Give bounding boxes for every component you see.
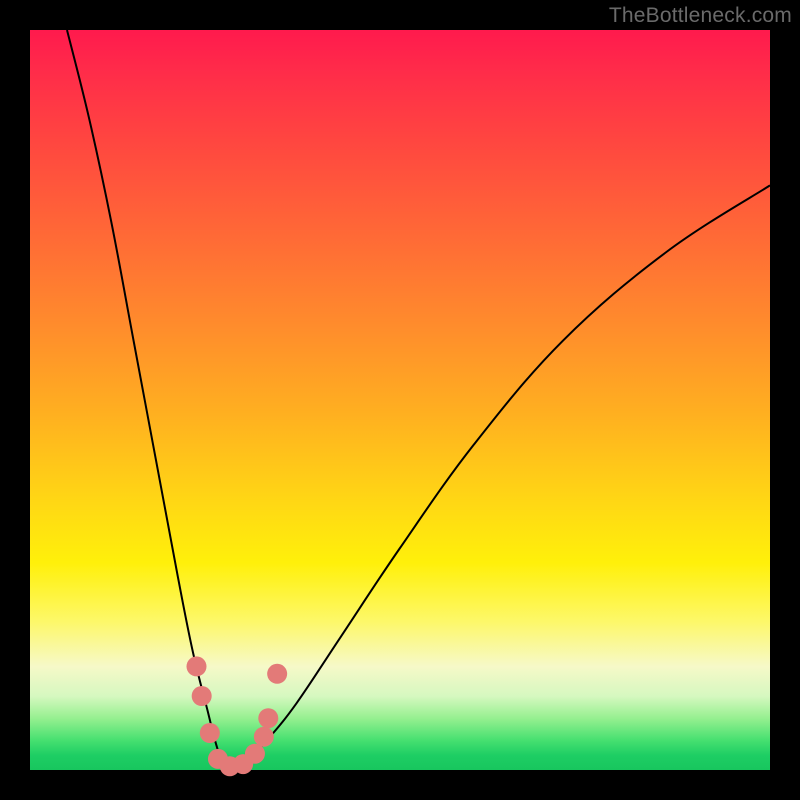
data-marker [258,708,278,728]
data-marker [192,686,212,706]
left-branch-curve [67,30,230,770]
data-marker [245,744,265,764]
curve-layer [30,30,770,770]
chart-canvas: TheBottleneck.com [0,0,800,800]
watermark-text: TheBottleneck.com [609,4,792,28]
data-marker [254,727,274,747]
right-branch-curve [230,185,770,770]
plot-area [30,30,770,770]
data-marker [267,664,287,684]
data-marker [187,656,207,676]
data-marker [200,723,220,743]
marker-group [187,656,288,776]
